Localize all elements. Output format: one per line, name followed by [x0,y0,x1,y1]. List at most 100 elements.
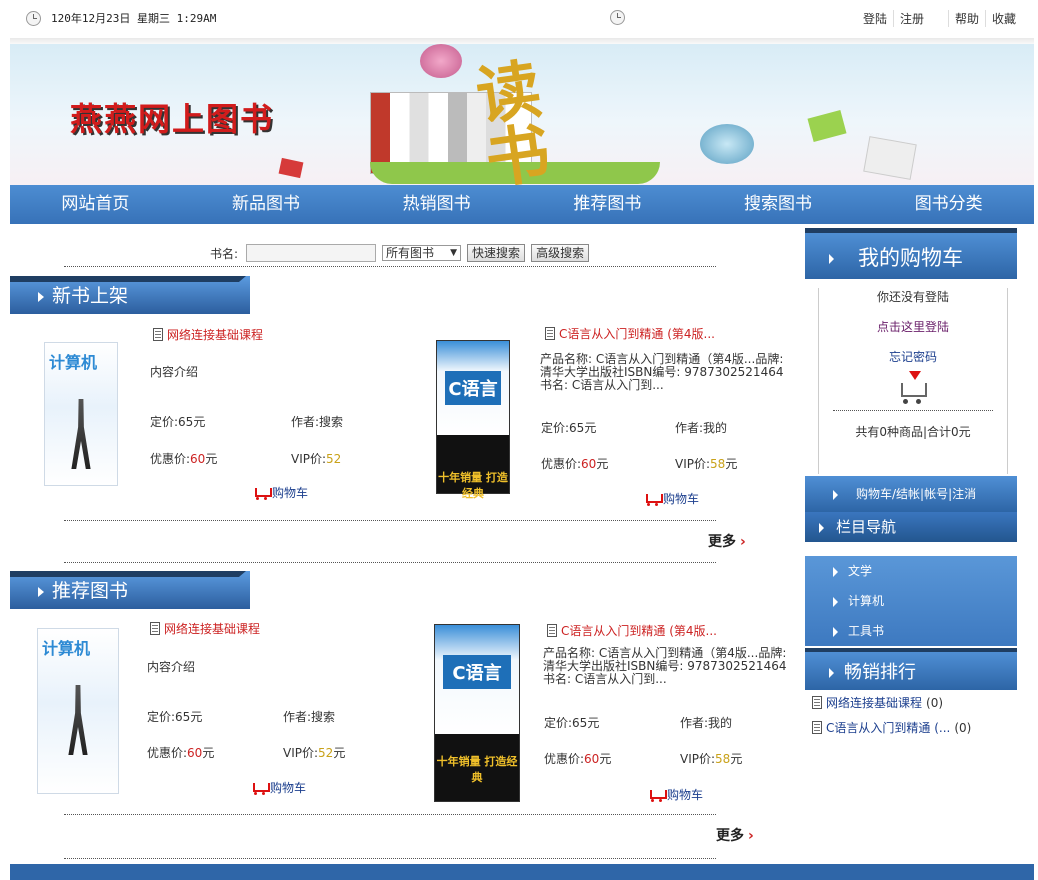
balloon-decoration [420,44,462,78]
product-desc: 内容介绍 [150,365,199,379]
arrow-icon [38,586,44,597]
site-title: 燕燕网上图书 [70,100,275,138]
vip-line: VIP价:52元 [283,746,346,760]
nav-recommended[interactable]: 推荐图书 [522,185,693,224]
category-item-literature[interactable]: 文学 [805,556,1017,586]
discount-line: 优惠价:60元 [147,746,215,760]
cart-icon [643,492,663,506]
help-link[interactable]: 帮助 [947,10,985,27]
product-title[interactable]: 网络连接基础课程 [153,326,263,343]
top-links: 登陆 注册 帮助 收藏 [857,10,1022,27]
nav-search[interactable]: 搜索图书 [693,185,864,224]
card-decoration [807,110,847,142]
clock-icon-secondary [610,10,635,28]
advanced-search-button[interactable]: 高级搜索 [531,244,590,262]
chevron-right-icon: › [748,828,754,844]
clock-icon [610,10,625,25]
category-select[interactable]: 所有图书 [382,245,462,261]
section-header-recommended: 推荐图书 [10,571,250,609]
cart-header: 我的购物车 [805,228,1017,279]
ranking-header: 畅销排行 [805,648,1017,690]
cart-box: 你还没有登陆 点击这里登陆 忘记密码 共有0种商品|合计0元 [818,288,1008,474]
figure-illustration [71,399,91,469]
favorite-link[interactable]: 收藏 [984,10,1022,27]
more-link[interactable]: 更多 › [708,531,746,551]
search-input[interactable] [246,244,377,262]
document-icon [545,327,555,340]
product-title[interactable]: C语言从入门到精通 (第4版... [545,325,715,342]
forgot-password-link[interactable]: 忘记密码 [819,348,1007,365]
divider [64,520,716,521]
document-icon [153,328,163,341]
card-decoration [278,157,304,179]
category-item-computer[interactable]: 计算机 [805,586,1017,616]
quick-search-button[interactable]: 快速搜索 [467,244,526,262]
not-logged-text: 你还没有登陆 [876,290,949,304]
add-to-cart-button[interactable]: 购物车 [250,779,306,796]
datetime-text: 120年12月23日 星期三 1:29AM [51,12,217,25]
chevron-right-icon: › [740,534,746,550]
book-cover[interactable]: 计算机 [37,628,119,794]
footer-bar [10,864,1034,880]
cart-icon [897,371,929,405]
logout-link[interactable]: 注消 [952,487,976,501]
product-desc: 产品名称: C语言从入门到精通（第4版...品牌: 清华大学出版社ISBN编号:… [543,646,787,686]
login-link[interactable]: 点击这里登陆 [819,318,1007,335]
banner-gold-text: 读书 [472,52,555,185]
arrow-icon [833,626,838,637]
account-link[interactable]: 帐号 [924,487,948,501]
price-line: 定价:65元 [147,710,203,724]
cover-band: 十年销量 打造经典 [436,755,518,784]
banner: 读书 燕燕网上图书 [10,44,1034,185]
price-line: 定价:65元 [150,415,206,429]
nav-new-books[interactable]: 新品图书 [181,185,352,224]
category-item-tools[interactable]: 工具书 [805,616,1017,646]
cover-band: 十年销量 打造经典 [438,471,508,500]
balloon-decoration [700,124,754,164]
product-desc: 内容介绍 [147,660,196,674]
nav-categories[interactable]: 图书分类 [863,185,1034,224]
arrow-icon [819,522,824,533]
cover-title: C语言 [443,655,511,689]
column-nav-header: 栏目导航 [805,512,1017,542]
section-title: 新书上架 [52,285,129,307]
add-to-cart-button[interactable]: 购物车 [643,490,699,507]
nav-home[interactable]: 网站首页 [10,185,181,224]
nav-hot-books[interactable]: 热销图书 [351,185,522,224]
arrow-icon [833,489,838,500]
arrow-icon [833,596,838,607]
product-title[interactable]: C语言从入门到精通 (第4版... [547,622,717,639]
more-link[interactable]: 更多 › [716,825,754,845]
search-label: 书名: [210,246,239,261]
author-line: 作者:我的 [675,421,728,435]
section-header-new: 新书上架 [10,276,250,314]
product-title[interactable]: 网络连接基础课程 [150,620,260,637]
figure-illustration [68,685,88,755]
book-cover[interactable]: C语言 十年销量 打造经典 [436,340,510,500]
add-to-cart-button[interactable]: 购物车 [252,484,308,501]
product-desc: 产品名称: C语言从入门到精通（第4版...品牌: 清华大学出版社ISBN编号:… [540,352,784,392]
document-icon [812,696,822,709]
divider [64,858,716,859]
main-nav: 网站首页 新品图书 热销图书 推荐图书 搜索图书 图书分类 [10,185,1034,224]
book-cover[interactable]: 计算机 [44,342,118,486]
discount-line: 优惠价:60元 [541,457,609,471]
arrow-icon [833,566,838,577]
cart-checkout-link[interactable]: 购物车/结帐 [856,487,920,501]
author-line: 作者:搜索 [283,710,336,724]
cart-icon [250,781,270,795]
register-link[interactable]: 注册 [892,10,930,27]
author-line: 作者:搜索 [291,415,344,429]
vip-line: VIP价:58元 [675,457,738,471]
cart-icon [252,486,272,500]
cart-icon [647,788,667,802]
add-to-cart-button[interactable]: 购物车 [647,786,703,803]
datetime-area: 120年12月23日 星期三 1:29AM [26,10,216,26]
document-icon [150,622,160,635]
ranking-item[interactable]: 网络连接基础课程 (0) [812,694,943,711]
book-cover[interactable]: C语言 十年销量 打造经典 [434,624,520,802]
vip-line: VIP价:58元 [680,752,743,766]
author-line: 作者:我的 [680,716,733,730]
ranking-item[interactable]: C语言从入门到精通 (... (0) [812,719,971,736]
login-link[interactable]: 登陆 [857,10,893,27]
